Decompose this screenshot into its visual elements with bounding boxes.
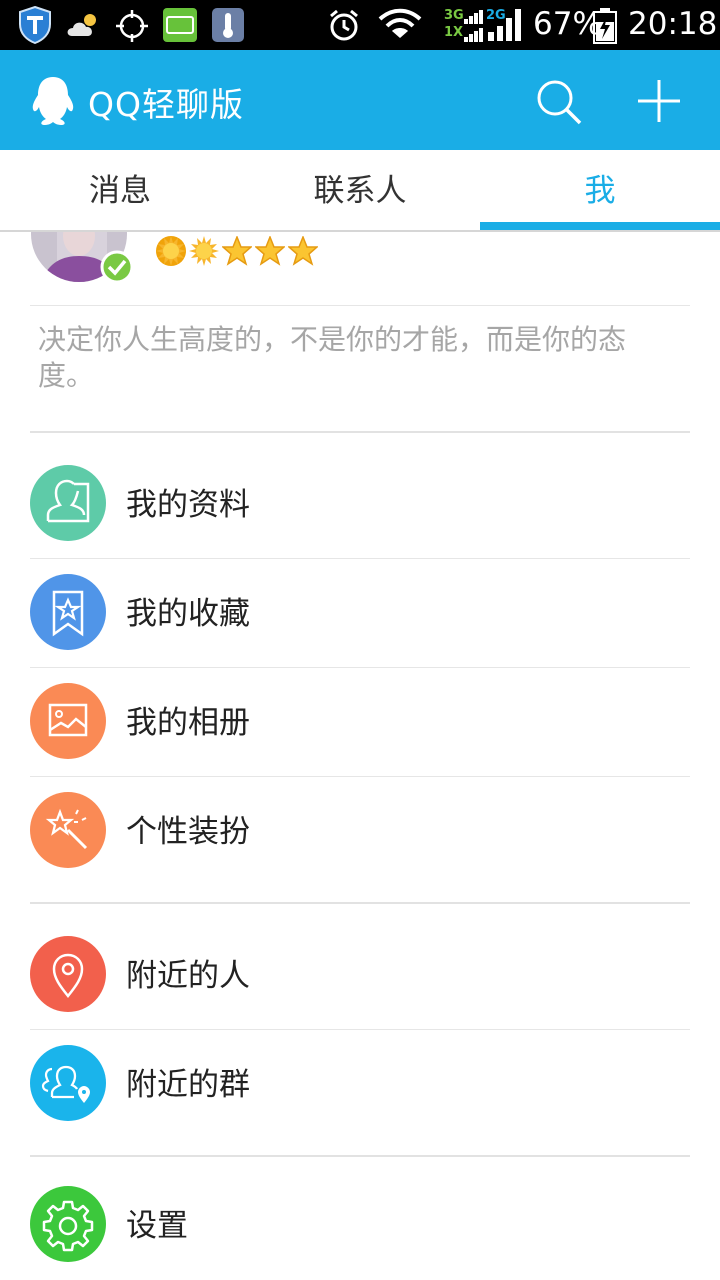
gps-icon xyxy=(116,10,148,42)
section-divider xyxy=(30,902,690,904)
app-title: QQ轻聊版 xyxy=(88,85,244,124)
menu-label: 我的相册 xyxy=(126,705,250,741)
menu-label: 附近的群 xyxy=(126,1067,250,1103)
menu-item-my-profile[interactable]: 我的资料 xyxy=(0,449,720,557)
level-badges[interactable] xyxy=(155,235,325,267)
network-label-3g: 3G xyxy=(444,8,464,23)
iqiyi-app-icon xyxy=(163,8,197,42)
gear-icon xyxy=(30,1186,106,1262)
menu-item-nearby-groups[interactable]: 附近的群 xyxy=(0,1029,720,1137)
tab-me[interactable]: 我 xyxy=(480,150,720,230)
verified-badge-icon xyxy=(100,250,134,284)
menu-item-my-album[interactable]: 我的相册 xyxy=(0,667,720,775)
status-bar: 3G 1X 2G 67% 20:18 xyxy=(0,0,720,50)
section-divider xyxy=(30,431,690,433)
star-icon xyxy=(288,236,318,266)
menu-item-settings[interactable]: 设置 xyxy=(0,1170,720,1278)
tab-bar: 消息 联系人 我 xyxy=(0,150,720,232)
profile-icon xyxy=(30,465,106,541)
wifi-icon xyxy=(378,8,422,38)
sun-icon xyxy=(189,236,219,266)
tab-contacts[interactable]: 联系人 xyxy=(240,150,480,230)
signature-text[interactable]: 决定你人生高度的，不是你的才能，而是你的态度。 xyxy=(38,322,678,394)
menu-item-personalize[interactable]: 个性装扮 xyxy=(0,776,720,884)
location-icon xyxy=(30,936,106,1012)
app-header: QQ轻聊版 xyxy=(0,50,720,150)
signal-3g-1x: 3G 1X xyxy=(444,8,484,42)
nearby-group-icon xyxy=(30,1045,106,1121)
signal-bars-icon xyxy=(464,10,483,42)
battery-charging-icon xyxy=(593,8,617,44)
album-icon xyxy=(30,683,106,759)
alarm-icon xyxy=(330,9,358,41)
menu-item-nearby-people[interactable]: 附近的人 xyxy=(0,920,720,1028)
menu-label: 设置 xyxy=(126,1208,188,1244)
clock: 20:18 xyxy=(628,6,718,42)
thermometer-app-icon xyxy=(212,8,244,42)
star-icon xyxy=(255,236,285,266)
signal-2g: 2G xyxy=(486,8,524,42)
menu-label: 我的收藏 xyxy=(126,596,250,632)
menu-label: 附近的人 xyxy=(126,958,250,994)
weather-icon xyxy=(67,14,96,36)
signal-bars-icon xyxy=(488,9,521,41)
tab-active-indicator xyxy=(480,222,720,230)
qq-penguin-icon xyxy=(32,77,74,125)
tab-messages[interactable]: 消息 xyxy=(0,150,240,230)
menu-item-my-favorites[interactable]: 我的收藏 xyxy=(0,558,720,666)
magic-wand-icon xyxy=(30,792,106,868)
search-icon[interactable] xyxy=(536,79,582,125)
add-icon[interactable] xyxy=(636,78,682,124)
divider xyxy=(30,305,690,306)
menu-label: 个性装扮 xyxy=(126,814,250,850)
battery-percent: 67% xyxy=(533,6,602,42)
network-label-1x: 1X xyxy=(444,25,464,40)
favorites-icon xyxy=(30,574,106,650)
section-divider xyxy=(30,1155,690,1157)
star-icon xyxy=(222,236,252,266)
menu-label: 我的资料 xyxy=(126,487,250,523)
shield-app-icon xyxy=(19,6,51,44)
sun-icon xyxy=(156,236,186,266)
